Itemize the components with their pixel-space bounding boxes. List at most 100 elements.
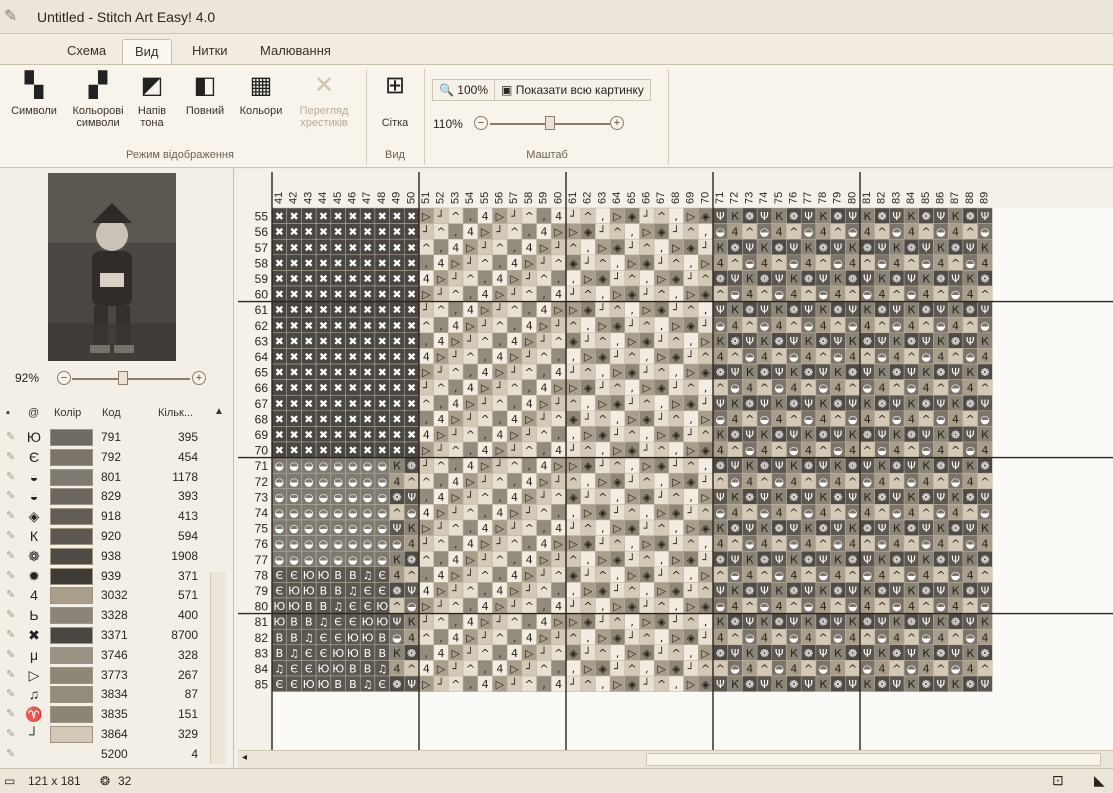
- legend-row[interactable]: ✎ К 920 594: [0, 527, 210, 547]
- tab-drawing[interactable]: Малювання: [248, 39, 343, 64]
- pencil-icon[interactable]: ✎: [6, 588, 15, 601]
- grid-cell-symbol: ❁: [907, 616, 916, 629]
- legend-row[interactable]: ✎ Ь 3328 400: [0, 606, 210, 626]
- cursor-icon[interactable]: ◣: [1094, 772, 1105, 789]
- pencil-icon[interactable]: ✎: [6, 747, 15, 760]
- legend-row[interactable]: ✎ ♈ 3835 151: [0, 705, 210, 725]
- grid-cell-symbol: ^: [583, 366, 592, 379]
- grid-cell-symbol: ♫: [274, 663, 284, 676]
- colors-button[interactable]: ▦ Кольори: [234, 71, 288, 117]
- pattern-grid[interactable]: 41 42 43 44 45 46 47 48 49 50 51 52 53 54 55 56 57 58 59 60…: [238, 172, 1113, 750]
- color-symbols-button[interactable]: ▞ Кольорові символи: [68, 71, 128, 129]
- preview-zoom-in[interactable]: +: [192, 371, 206, 385]
- horizontal-scrollbar[interactable]: ◂: [238, 750, 1113, 768]
- grid-button[interactable]: ⊞ Сітка: [372, 71, 418, 129]
- pencil-icon[interactable]: ✎: [6, 529, 15, 542]
- pencil-icon[interactable]: ✎: [6, 470, 15, 483]
- grid-cell-symbol: ┘: [541, 256, 548, 270]
- legend-row[interactable]: ✎ ◈ 918 413: [0, 507, 210, 527]
- pencil-icon[interactable]: ✎: [6, 668, 15, 681]
- pencil-icon[interactable]: ✎: [6, 628, 15, 641]
- full-button[interactable]: ◧ Повний: [180, 71, 230, 117]
- zoom-out-button[interactable]: −: [474, 116, 488, 130]
- grid-cell-symbol: ,: [572, 585, 576, 598]
- legend-row[interactable]: ✎ 4 3032 571: [0, 586, 210, 606]
- legend-scrollbar[interactable]: [210, 572, 226, 764]
- pencil-icon[interactable]: ✎: [6, 569, 15, 582]
- grid-toggle-icon[interactable]: ⊡: [1052, 772, 1064, 789]
- grid-cell-symbol: ┘: [702, 240, 709, 254]
- legend-row[interactable]: ✎ 5200 4: [0, 745, 210, 765]
- preview-zoom-out[interactable]: −: [57, 371, 71, 385]
- pencil-icon[interactable]: ✎: [6, 727, 15, 740]
- header-symbol[interactable]: @: [28, 407, 39, 419]
- grid-cell-symbol: Є: [290, 569, 298, 582]
- grid-cell-symbol: ┘: [599, 537, 606, 551]
- app-icon[interactable]: ✎: [4, 6, 26, 26]
- grid-cell-symbol: К: [937, 522, 945, 535]
- grid-cell-symbol: ▷: [613, 678, 622, 691]
- pencil-icon[interactable]: ✎: [6, 430, 15, 443]
- pencil-icon[interactable]: ✎: [6, 509, 15, 522]
- grid-cell-symbol: ^: [980, 382, 989, 395]
- grid-cell-symbol: Ψ: [922, 522, 931, 535]
- grid-cell-symbol: ♫: [363, 678, 373, 691]
- legend-row[interactable]: ✎ ❁ 938 1908: [0, 547, 210, 567]
- legend-row[interactable]: ✎ ♫ 3834 87: [0, 685, 210, 705]
- grid-cell-symbol: ,: [630, 382, 634, 395]
- grid-cell-symbol: ┘: [688, 506, 695, 520]
- zoom-100-button[interactable]: 🔍 100%: [432, 79, 495, 101]
- tab-view[interactable]: Вид: [122, 39, 172, 64]
- scroll-thumb[interactable]: [646, 753, 1101, 766]
- tab-threads[interactable]: Нитки: [180, 39, 240, 64]
- tab-scheme[interactable]: Схема: [55, 39, 118, 64]
- cross-preview-button[interactable]: ✕ Перегляд хрестиків: [292, 71, 356, 129]
- symbols-button[interactable]: ▚ Символи: [4, 71, 64, 117]
- halftone-button[interactable]: ◩ Напів тона: [132, 71, 172, 129]
- scroll-up-icon[interactable]: ▲: [214, 406, 224, 417]
- grid-cell-symbol: ^: [907, 538, 916, 551]
- grid-cell-symbol: ,: [557, 663, 561, 676]
- grid-cell-symbol: 4: [540, 460, 547, 473]
- legend-row[interactable]: ✎ Ю 791 395: [0, 428, 210, 448]
- pencil-icon[interactable]: ✎: [6, 549, 15, 562]
- header-code[interactable]: Код: [102, 407, 121, 419]
- zoom-level: 110%: [433, 117, 463, 131]
- status-bar: ▭ 121 x 181 ❂ 32 ⊡ ◣: [0, 768, 1113, 793]
- legend-row[interactable]: ✎ ✖ 3371 8700: [0, 626, 210, 646]
- grid-cell-symbol: ┘: [585, 334, 592, 348]
- legend-row[interactable]: ✎ ▷ 3773 267: [0, 666, 210, 686]
- pencil-icon[interactable]: ✎: [6, 489, 15, 502]
- grid-cell-symbol: ✖: [392, 226, 401, 239]
- legend-row[interactable]: ✎ ◒ 801 1178: [0, 468, 210, 488]
- legend-row[interactable]: ✎ ◒ 829 393: [0, 487, 210, 507]
- legend-row[interactable]: ✎ ✹ 939 371: [0, 567, 210, 587]
- grid-cell-symbol: ✖: [363, 288, 372, 301]
- grid-cell-symbol: ▷: [628, 257, 637, 270]
- legend-row[interactable]: ✎ Є 792 454: [0, 448, 210, 468]
- header-color[interactable]: Колір: [54, 407, 81, 419]
- pencil-icon[interactable]: ✎: [6, 648, 15, 661]
- preview-zoom-slider[interactable]: [72, 378, 190, 380]
- pencil-icon[interactable]: ✎: [6, 687, 15, 700]
- pencil-icon[interactable]: ✎: [6, 608, 15, 621]
- pencil-icon[interactable]: ✎: [6, 450, 15, 463]
- grid-cell-symbol: ▷: [554, 538, 563, 551]
- zoom-slider-thumb[interactable]: [545, 116, 555, 130]
- zoom-in-button[interactable]: +: [610, 116, 624, 130]
- grid-cell-symbol: Є: [349, 616, 357, 629]
- pattern-grid-svg[interactable]: 41 42 43 44 45 46 47 48 49 50 51 52 53 54 55 56 57 58 59 60…: [238, 172, 1113, 750]
- grid-cell-symbol: ◒: [936, 507, 946, 520]
- grid-cell-symbol: К: [775, 304, 783, 317]
- legend-row[interactable]: ✎ μ 3746 328: [0, 646, 210, 666]
- scroll-left-icon[interactable]: ◂: [242, 752, 247, 763]
- preview-zoom-thumb[interactable]: [118, 371, 128, 385]
- image-preview[interactable]: [48, 173, 176, 361]
- header-count[interactable]: Кільк...: [158, 407, 193, 419]
- grid-cell-symbol: ▷: [466, 241, 475, 254]
- pencil-icon[interactable]: ✎: [6, 707, 15, 720]
- show-all-button[interactable]: ▣ Показати всю картинку: [494, 79, 651, 101]
- grid-cell-symbol: 4: [511, 491, 518, 504]
- grid-cell-symbol: 4: [893, 444, 900, 457]
- legend-row[interactable]: ✎ ┘ 3864 329: [0, 725, 210, 745]
